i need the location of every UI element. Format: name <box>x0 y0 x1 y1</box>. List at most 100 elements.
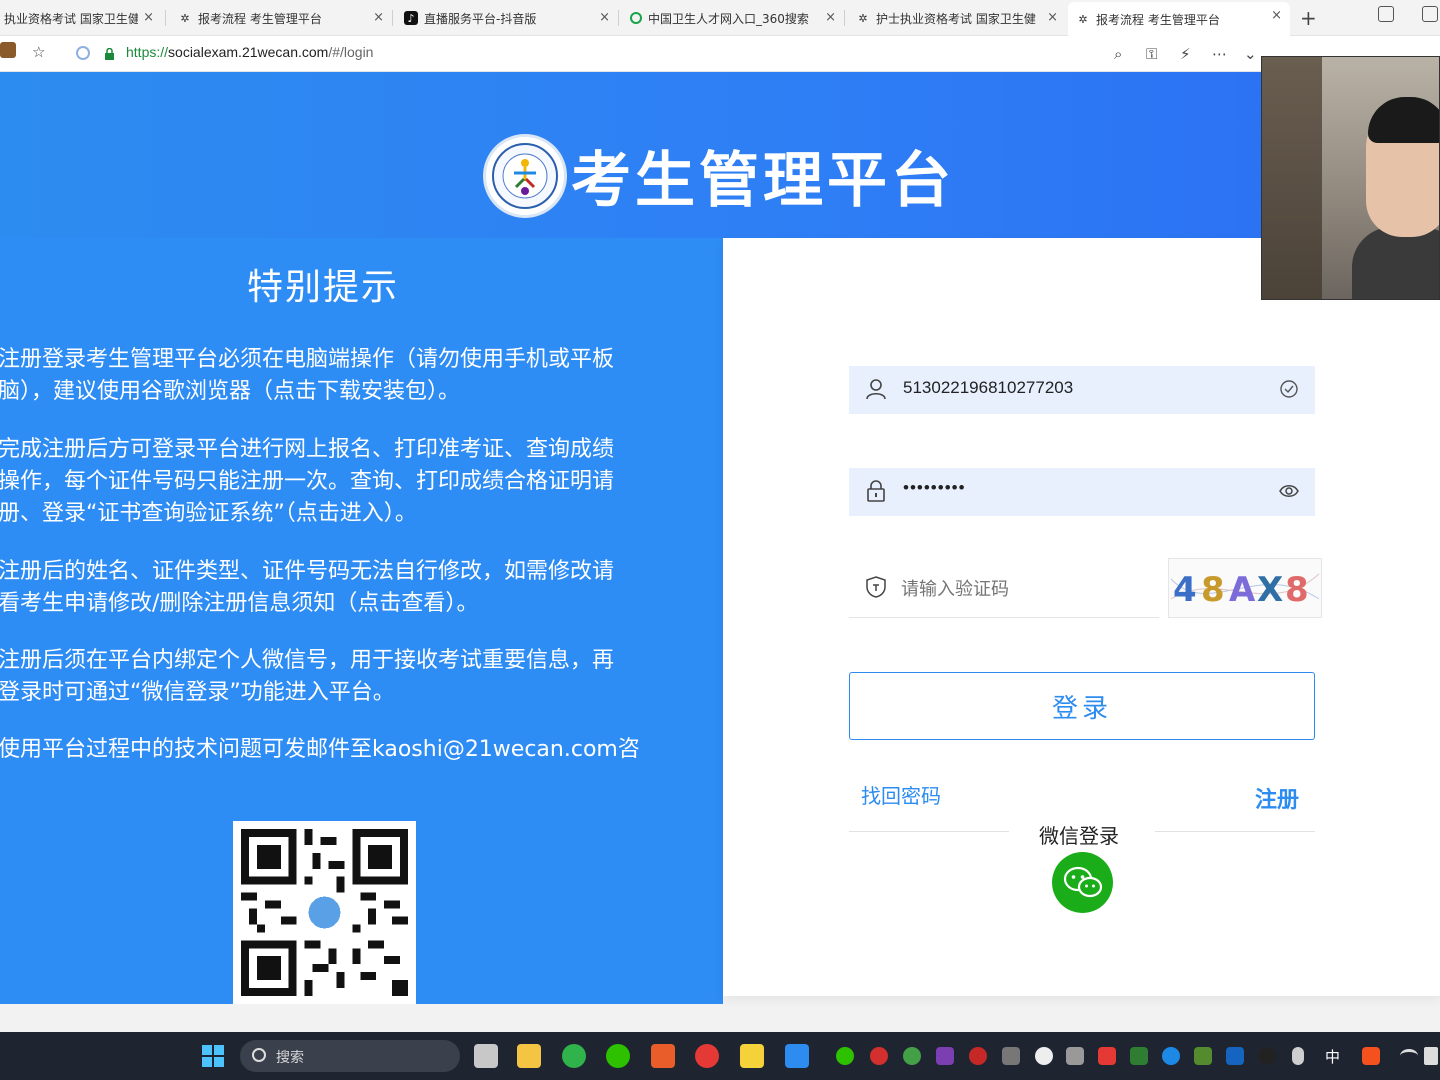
zoom-icon[interactable]: ⌕ <box>1114 45 1122 63</box>
tab-search-icon[interactable] <box>1378 6 1394 22</box>
notice-text: 。 <box>394 501 417 526</box>
tab-close-icon[interactable]: × <box>599 10 610 25</box>
page-content: 考生管理平台 特别提示 注册登录考生管理平台必须在电脑端操作（请勿使用手机或平板… <box>0 72 1440 1032</box>
notice-text: 。 <box>456 591 479 616</box>
tray-app-icon[interactable] <box>1162 1047 1180 1065</box>
username-value: 513022196810277203 <box>903 378 1074 397</box>
app-red-icon[interactable] <box>695 1044 719 1068</box>
tray-sogou-icon[interactable] <box>1362 1047 1380 1065</box>
windows-start-icon[interactable] <box>201 1044 225 1068</box>
browser-tab-1[interactable]: 执业资格考试 国家卫生健 × <box>0 4 162 32</box>
tab-close-icon[interactable]: × <box>825 10 836 25</box>
key-icon[interactable]: ⚿ <box>1146 45 1157 63</box>
tray-onenote-icon[interactable] <box>936 1047 954 1065</box>
site-icon: ✲ <box>1078 12 1088 26</box>
wps-icon[interactable] <box>651 1044 675 1068</box>
search-engine-icon <box>630 12 642 24</box>
browser-tab-3[interactable]: ♪ 直播服务平台-抖音版 × <box>396 4 618 32</box>
favorites-star-icon[interactable]: ☆ <box>32 43 45 61</box>
lightning-icon[interactable]: ⚡ <box>1180 45 1191 63</box>
captcha-char: X <box>1257 570 1283 610</box>
page-title: 考生管理平台 <box>571 146 955 216</box>
wechat-login-label: 微信登录 <box>1039 824 1119 848</box>
tray-nvidia-icon[interactable] <box>1130 1047 1148 1065</box>
tab-close-icon[interactable]: × <box>143 10 154 25</box>
notice-text: 注册后的姓名、证件类型、证件号码无法自行修改，如需修改请 <box>0 559 615 584</box>
browser-360-icon[interactable] <box>562 1044 586 1068</box>
download-chrome-link[interactable]: 谷歌浏览器（点击下载安装包） <box>141 379 438 404</box>
tray-app-icon[interactable] <box>969 1047 987 1065</box>
tab-close-icon[interactable]: × <box>1271 8 1282 23</box>
username-field[interactable]: 513022196810277203 <box>849 366 1315 414</box>
volume-icon[interactable] <box>1424 1047 1438 1065</box>
player-icon[interactable] <box>740 1044 764 1068</box>
notice-item-5: 使用平台过程中的技术问题可发邮件至kaoshi@21wecan.com咨 <box>0 734 688 766</box>
tab-title: 报考流程 考生管理平台 <box>198 11 322 26</box>
forgot-password-link[interactable]: 找回密码 <box>861 780 941 809</box>
tray-app-icon[interactable] <box>1098 1047 1116 1065</box>
login-button[interactable]: 登录 <box>849 672 1315 740</box>
lock-icon <box>867 480 885 502</box>
tab-title: 护士执业资格考试 国家卫生健 <box>876 11 1036 26</box>
captcha-field <box>849 560 1159 618</box>
new-tab-button[interactable]: + <box>1300 6 1317 30</box>
password-value: ••••••••• <box>903 478 966 497</box>
chevron-down-icon[interactable]: ⌄ <box>1244 45 1257 63</box>
security-shield-icon[interactable] <box>76 46 90 60</box>
notice-text: 脑），建议使用 <box>0 379 142 404</box>
password-field[interactable]: ••••••••• <box>849 468 1315 516</box>
site-icon: ✲ <box>180 11 190 25</box>
extension-icon[interactable] <box>0 42 16 58</box>
microphone-icon[interactable] <box>1292 1047 1304 1065</box>
lock-icon <box>105 48 114 60</box>
certificate-system-link[interactable]: “证书查询验证系统”（点击进入） <box>86 501 395 526</box>
tab-close-icon[interactable]: × <box>1047 10 1058 25</box>
captcha-char: 8 <box>1201 570 1225 610</box>
tray-wechat-icon[interactable] <box>836 1047 854 1065</box>
phone-app-icon[interactable] <box>785 1044 809 1068</box>
tray-qq-icon[interactable] <box>1258 1047 1276 1065</box>
eye-icon[interactable] <box>1279 481 1299 501</box>
browser-tab-active[interactable]: ✲ 报考流程 考生管理平台 × <box>1068 2 1290 36</box>
search-icon <box>252 1048 266 1062</box>
url-path: /#/login <box>328 44 374 60</box>
notice-item-1: 注册登录考生管理平台必须在电脑端操作（请勿使用手机或平板 脑），建议使用谷歌浏览… <box>0 344 688 408</box>
browser-tab-5[interactable]: ✲ 护士执业资格考试 国家卫生健 × <box>848 4 1066 32</box>
webcam-background <box>1262 57 1322 299</box>
wechat-icon <box>1063 866 1102 897</box>
webcam-person-hair <box>1368 97 1439 143</box>
captcha-input[interactable] <box>901 574 1141 604</box>
more-icon[interactable]: ⋯ <box>1212 45 1227 63</box>
taskbar-search-placeholder: 搜索 <box>276 1050 304 1066</box>
captcha-char: 4 <box>1173 570 1197 610</box>
divider-right <box>1155 831 1315 832</box>
tray-app-icon[interactable] <box>1066 1047 1084 1065</box>
window-icon[interactable] <box>1422 6 1438 22</box>
notice-text: 完成注册后方可登录平台进行网上报名、打印准考证、查询成绩 <box>0 437 615 462</box>
captcha-graphic: 4 8 A X 8 <box>1170 570 1320 610</box>
tray-app-icon[interactable] <box>903 1047 921 1065</box>
tray-app-icon[interactable] <box>870 1047 888 1065</box>
register-link[interactable]: 注册 <box>1255 782 1299 814</box>
captcha-image[interactable]: 4 8 A X 8 <box>1168 558 1322 618</box>
browser-tab-4[interactable]: 中国卫生人才网入口_360搜索 × <box>622 4 844 32</box>
taskbar-search[interactable]: 搜索 <box>240 1040 460 1072</box>
tray-app-icon[interactable] <box>1194 1047 1212 1065</box>
tray-app-icon[interactable] <box>1002 1047 1020 1065</box>
captcha-char: 8 <box>1285 570 1309 610</box>
emblem-icon <box>492 142 558 209</box>
tray-security-icon[interactable] <box>1226 1047 1244 1065</box>
browser-tab-2[interactable]: ✲ 报考流程 考生管理平台 × <box>170 4 392 32</box>
url-field[interactable]: https://socialexam.21wecan.com/#/login <box>126 44 373 60</box>
task-view-icon[interactable] <box>474 1044 498 1068</box>
ime-indicator[interactable]: 中 <box>1325 1046 1340 1067</box>
file-explorer-icon[interactable] <box>517 1044 541 1068</box>
tray-app-icon[interactable] <box>1035 1047 1053 1065</box>
qr-code <box>233 821 416 1004</box>
wechat-login-button[interactable] <box>1052 852 1113 913</box>
wechat-taskbar-icon[interactable] <box>606 1044 630 1068</box>
wifi-icon[interactable] <box>1400 1049 1418 1063</box>
modify-info-link[interactable]: 考生申请修改/删除注册信息须知（点击查看） <box>20 591 456 616</box>
tab-close-icon[interactable]: × <box>373 10 384 25</box>
notice-text: 。 <box>438 379 461 404</box>
